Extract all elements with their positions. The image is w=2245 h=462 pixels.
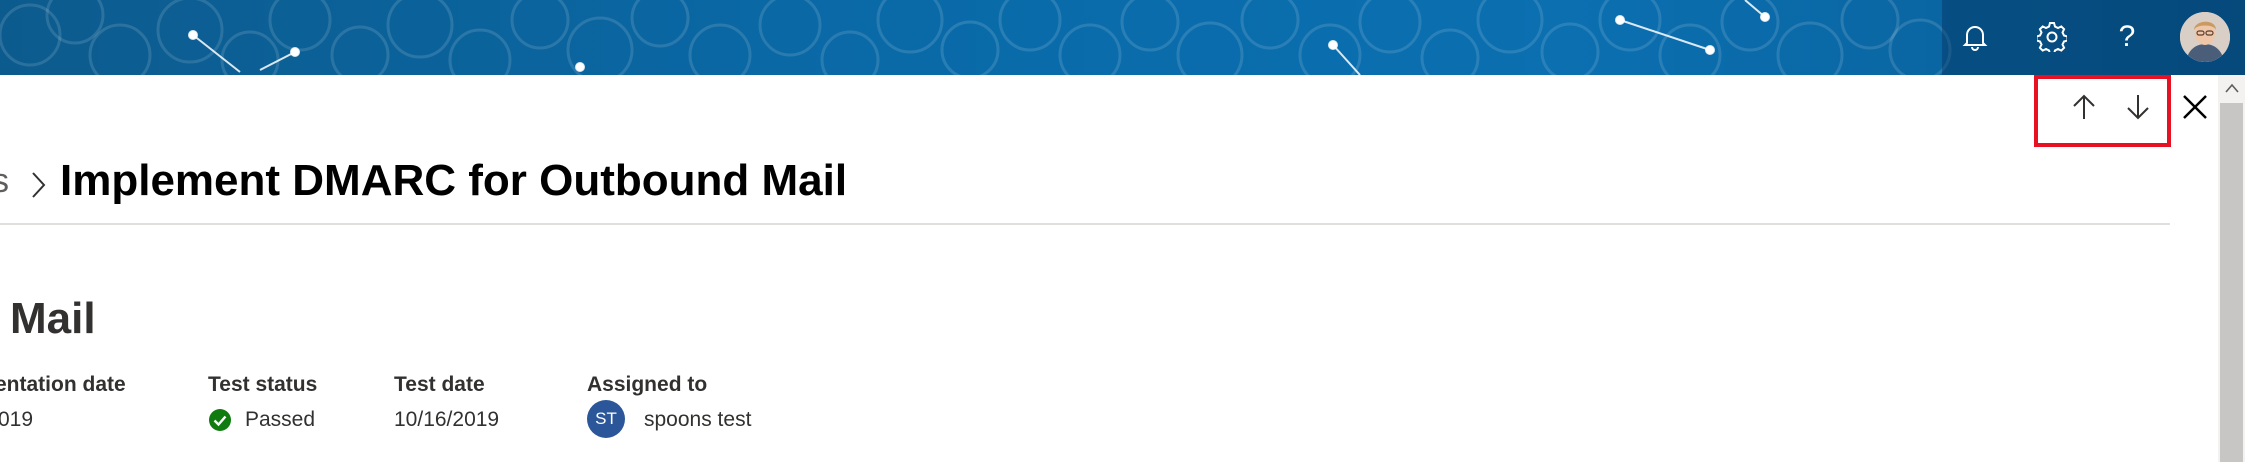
help-icon[interactable]: ? bbox=[2104, 14, 2150, 60]
gear-icon[interactable] bbox=[2029, 14, 2075, 60]
close-icon bbox=[2183, 95, 2207, 119]
arrow-down-icon bbox=[2127, 95, 2149, 120]
test-date-label: Test date bbox=[394, 373, 485, 396]
next-item-button[interactable] bbox=[2115, 84, 2161, 130]
banner-pattern bbox=[0, 0, 1952, 75]
test-status-label: Test status bbox=[208, 373, 318, 396]
title-divider bbox=[0, 223, 2170, 225]
top-banner: ? bbox=[0, 0, 2245, 75]
assigned-to-label: Assigned to bbox=[587, 373, 708, 396]
previous-item-button[interactable] bbox=[2061, 84, 2107, 130]
help-label: ? bbox=[2118, 20, 2136, 53]
check-circle-icon bbox=[209, 409, 231, 431]
user-avatar[interactable] bbox=[2180, 12, 2230, 62]
breadcrumb-previous[interactable]: s bbox=[0, 162, 9, 201]
test-date-value: 10/16/2019 bbox=[394, 408, 500, 431]
implementation-date-label: entation date bbox=[0, 373, 126, 396]
chevron-right-icon bbox=[32, 172, 46, 198]
assignee-name[interactable]: spoons test bbox=[644, 408, 751, 432]
page-title: Implement DMARC for Outbound Mail bbox=[60, 156, 848, 205]
detail-heading: Mail bbox=[10, 294, 96, 343]
scrollbar-thumb[interactable] bbox=[2220, 103, 2243, 462]
bell-icon[interactable] bbox=[1952, 14, 1998, 60]
assignee-avatar[interactable]: ST bbox=[587, 400, 625, 438]
vertical-scrollbar[interactable] bbox=[2218, 75, 2245, 462]
test-status-value: Passed bbox=[245, 408, 316, 431]
scroll-up-button[interactable] bbox=[2218, 75, 2245, 101]
arrow-up-icon bbox=[2073, 94, 2095, 119]
implementation-date-value: 019 bbox=[0, 408, 34, 431]
close-button[interactable] bbox=[2172, 84, 2218, 130]
chevron-up-icon bbox=[2224, 83, 2239, 93]
